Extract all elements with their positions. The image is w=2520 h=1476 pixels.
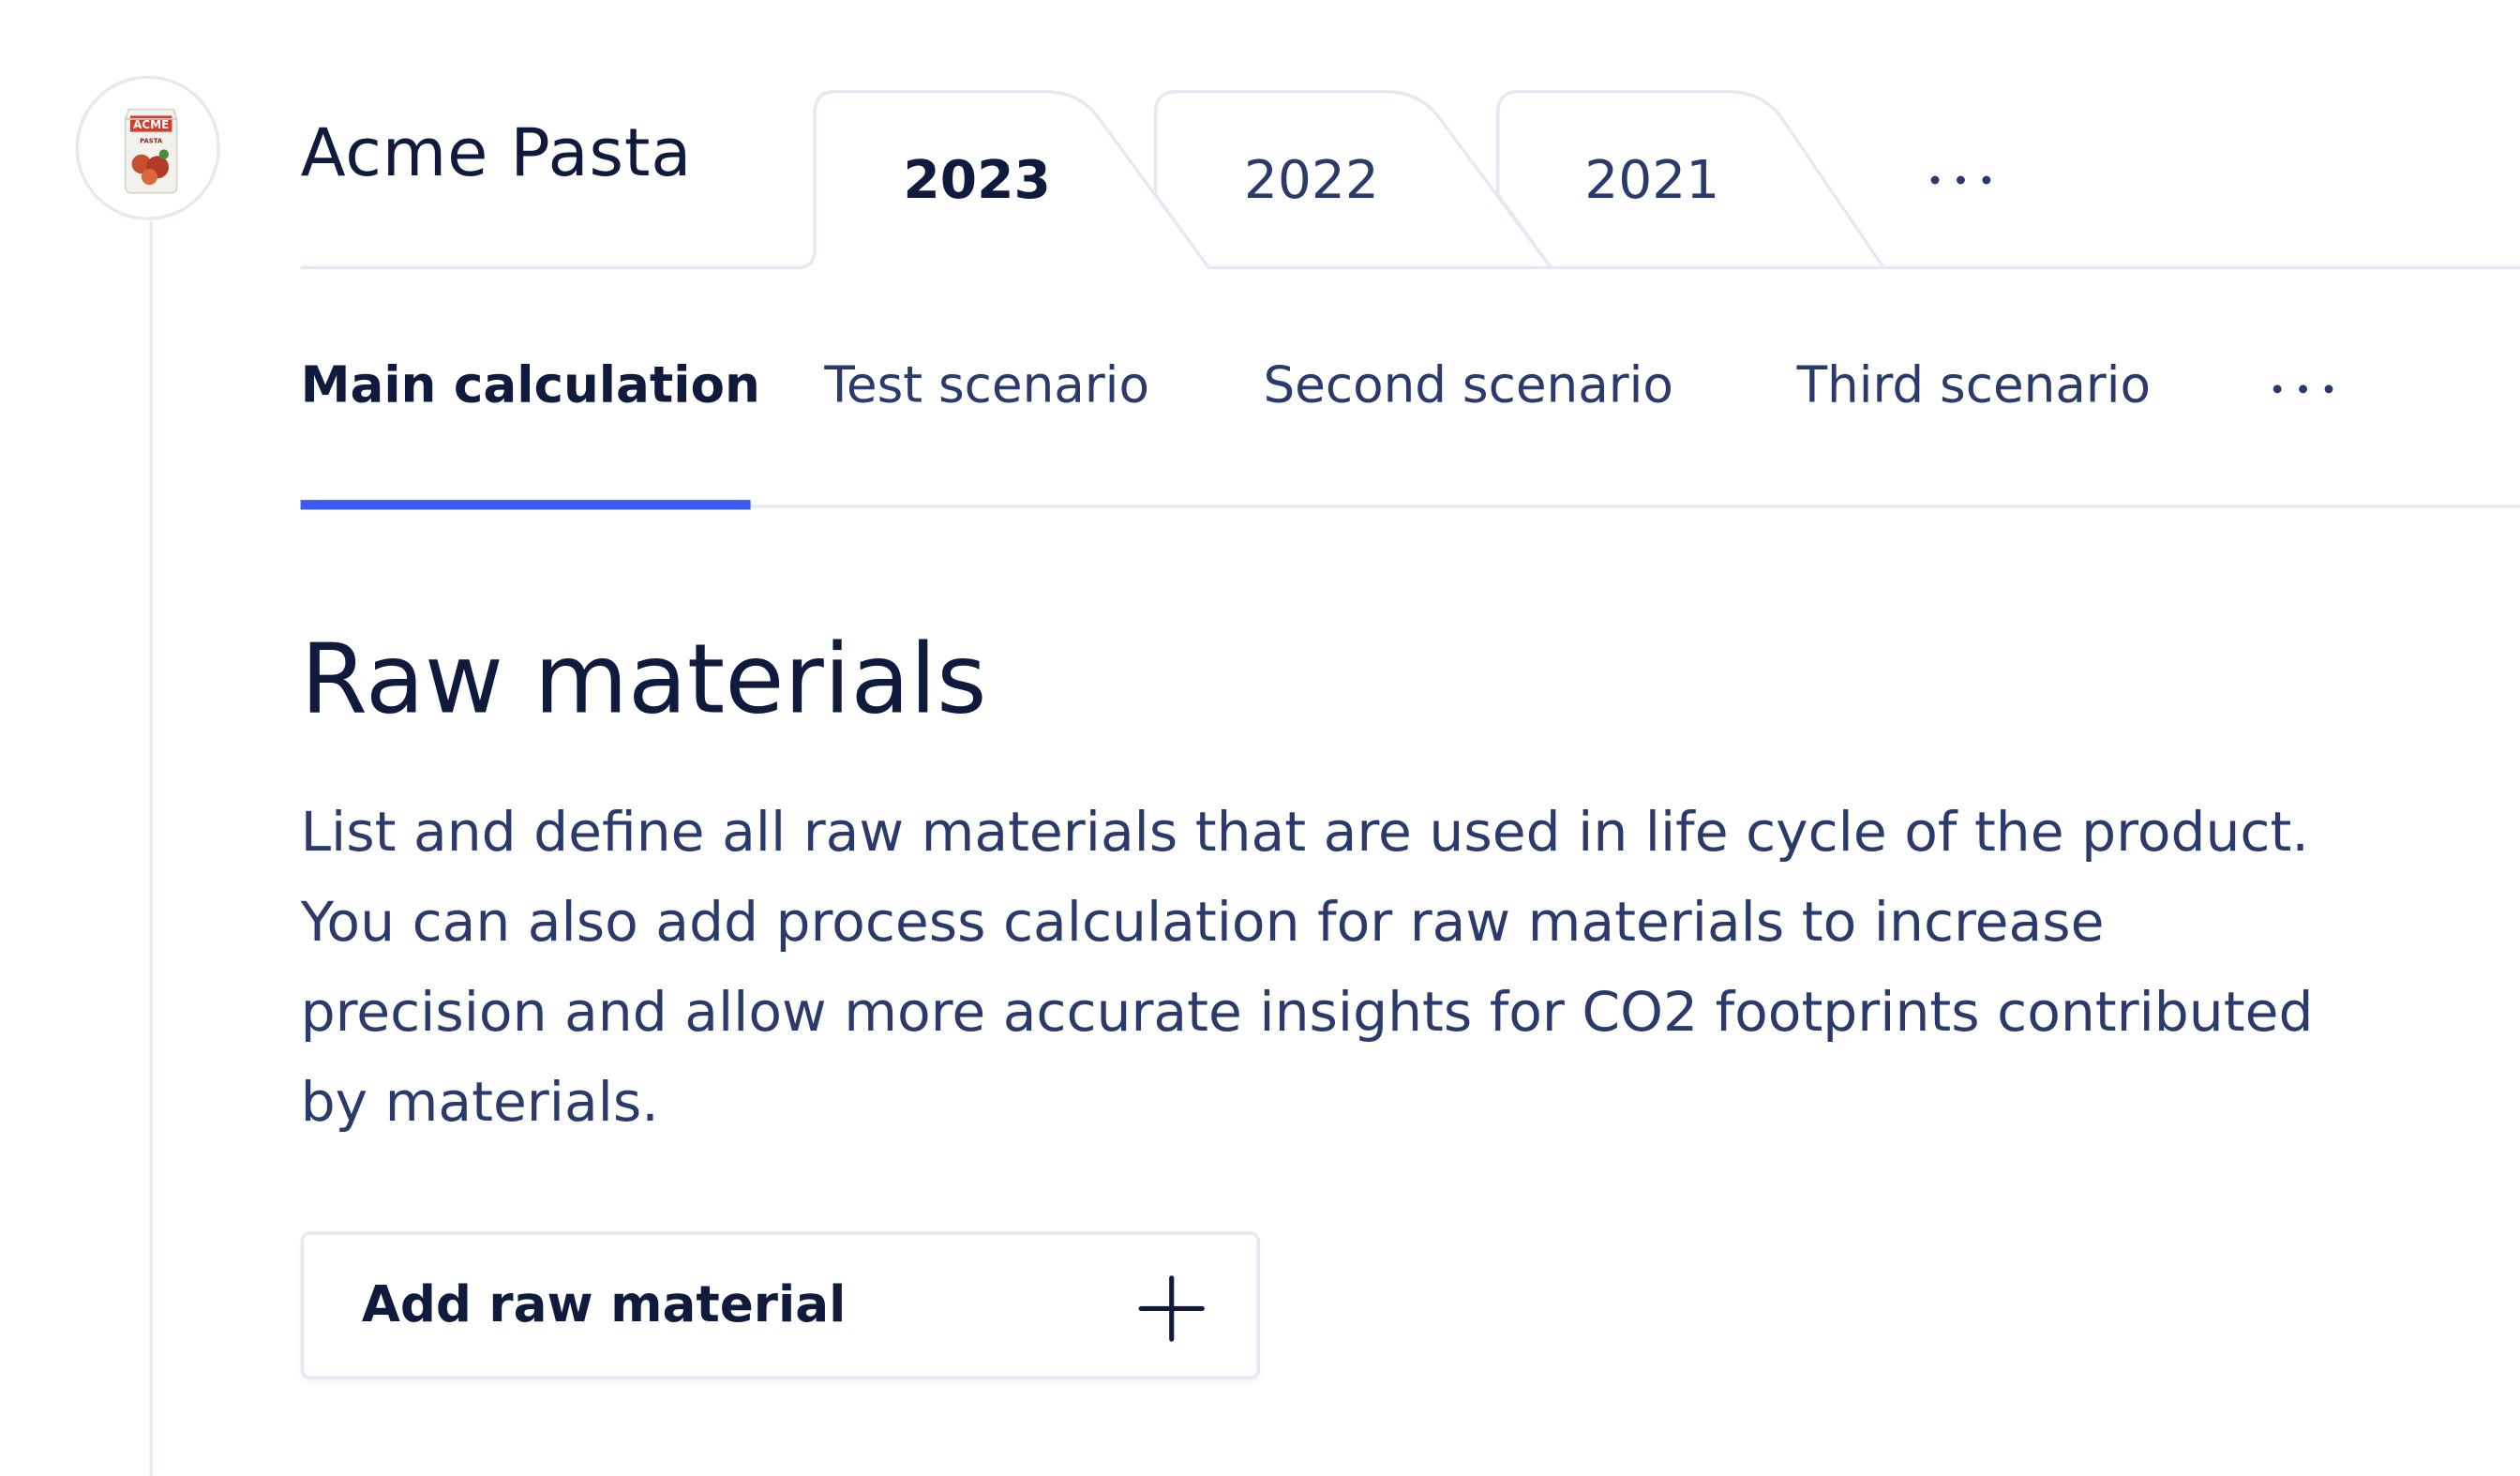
year-tabs-outline bbox=[300, 90, 2520, 270]
timeline-line bbox=[149, 221, 153, 1476]
section-description: List and define all raw materials that a… bbox=[300, 800, 2314, 1136]
add-raw-material-button[interactable]: Add raw material bbox=[300, 1231, 1261, 1379]
tab-year-2023[interactable]: 2023 bbox=[903, 148, 1050, 213]
tab-second-scenario[interactable]: Second scenario bbox=[1263, 354, 1672, 418]
active-tab-indicator bbox=[300, 500, 751, 510]
tab-year-2022[interactable]: 2022 bbox=[1244, 148, 1379, 213]
more-horizontal-icon bbox=[2272, 384, 2333, 394]
tab-third-scenario[interactable]: Third scenario bbox=[1797, 354, 2151, 418]
tab-test-scenario[interactable]: Test scenario bbox=[824, 354, 1149, 418]
scenario-tabs-more-button[interactable] bbox=[2266, 362, 2340, 416]
section-title: Raw materials bbox=[300, 624, 987, 737]
tab-year-2021[interactable]: 2021 bbox=[1584, 148, 1719, 213]
more-horizontal-icon bbox=[1930, 175, 1991, 185]
tab-main-calculation[interactable]: Main calculation bbox=[301, 354, 760, 418]
page: ACME PASTA Acme Pasta 2023 2022 2021 Mai… bbox=[0, 0, 2520, 1476]
add-raw-material-label: Add raw material bbox=[361, 1276, 847, 1334]
year-tabs-more-button[interactable] bbox=[1926, 148, 1996, 213]
year-tabs: 2023 2022 2021 bbox=[0, 0, 2520, 273]
plus-icon bbox=[1138, 1275, 1205, 1342]
